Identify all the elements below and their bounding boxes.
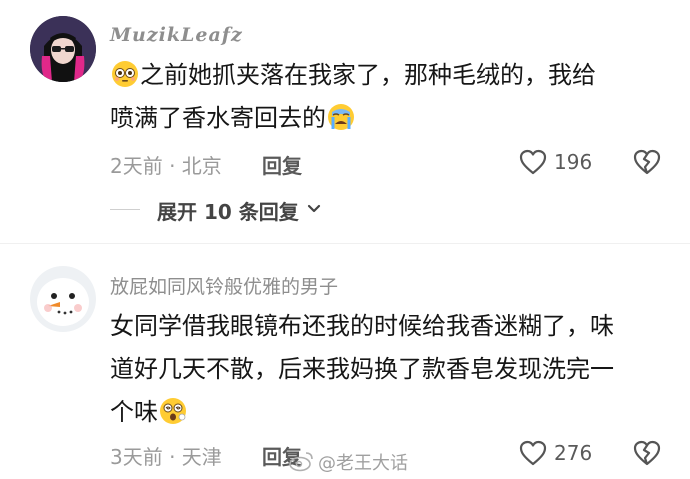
expand-divider: [110, 209, 140, 210]
comment-text-line: 道好几天不散，后来我妈换了款香皂发现洗完一: [110, 355, 614, 383]
comment-text: 之前她抓夹落在我家了，那种毛绒的，我给 喷满了香水寄回去的: [110, 54, 670, 140]
chevron-down-icon[interactable]: [305, 201, 323, 215]
comment-text-line: 喷满了香水寄回去的: [110, 104, 326, 132]
watermark: @老王大话: [318, 453, 408, 474]
dizzy-face-icon: [159, 396, 187, 424]
avatar[interactable]: [30, 266, 96, 332]
comment-divider: [0, 243, 690, 244]
broken-heart-icon[interactable]: [633, 440, 661, 466]
flushed-face-icon: [111, 59, 139, 87]
avatar[interactable]: [30, 16, 96, 82]
comment-text-line: 女同学借我眼镜布还我的时候给我香迷糊了，味: [110, 312, 614, 340]
weibo-icon: [288, 450, 314, 472]
heart-icon[interactable]: [519, 149, 547, 175]
comment-meta: 2天前 · 北京: [110, 154, 222, 178]
heart-icon[interactable]: [519, 440, 547, 466]
comment-username[interactable]: 放屁如同风铃般优雅的男子: [110, 272, 338, 299]
expand-replies-button[interactable]: 展开 10 条回复: [157, 196, 299, 225]
like-count: 276: [554, 441, 593, 465]
comment-username[interactable]: MuzikLeafz: [110, 24, 243, 46]
comment-text-line: 之前她抓夹落在我家了，那种毛绒的，我给: [140, 61, 596, 89]
like-count: 196: [554, 150, 593, 174]
comment-meta: 3天前 · 天津: [110, 445, 222, 469]
crying-face-icon: [327, 102, 355, 130]
broken-heart-icon[interactable]: [633, 149, 661, 175]
comment-text-line: 个味: [110, 398, 158, 426]
comment-text: 女同学借我眼镜布还我的时候给我香迷糊了，味 道好几天不散，后来我妈换了款香皂发现…: [110, 305, 670, 434]
reply-button[interactable]: 回复: [262, 150, 302, 179]
